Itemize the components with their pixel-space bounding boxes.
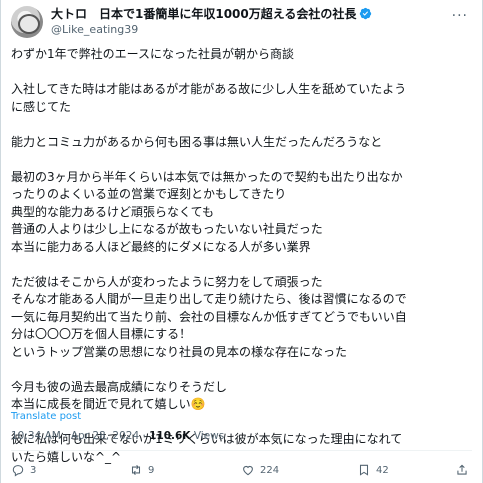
avatar[interactable]	[11, 6, 43, 38]
repost-count: 9	[148, 464, 155, 476]
translate-post-link[interactable]: Translate post	[11, 411, 81, 422]
divider	[11, 450, 472, 451]
verified-badge-icon	[360, 7, 372, 20]
like-button[interactable]: 224	[241, 460, 279, 480]
author-handle[interactable]: @Like_eating39	[51, 22, 451, 37]
post-header: 大トロ 日本で1番簡単に年収1000万超える会社の社長 @Like_eating…	[11, 6, 474, 40]
post-meta: 10:34 AM · Apr 28, 2024 · 110.6K Views	[11, 430, 225, 442]
post-text: わずか1年で弊社のエースになった社員が朝から商談 入社してきた時は才能はあるが才…	[11, 47, 407, 464]
author-display-name[interactable]: 大トロ 日本で1番簡単に年収1000万超える会社の社長	[51, 7, 356, 21]
views-label: Views	[193, 430, 225, 442]
bookmark-icon	[359, 464, 369, 476]
share-icon	[457, 464, 467, 475]
more-options-icon[interactable]: ···	[452, 8, 468, 24]
share-button[interactable]	[455, 460, 474, 480]
like-icon	[243, 465, 253, 476]
post-date[interactable]: Apr 28, 2024	[71, 430, 139, 442]
bookmark-button[interactable]: 42	[357, 460, 389, 480]
bookmark-count: 42	[376, 464, 389, 476]
reply-button[interactable]: 3	[11, 460, 36, 480]
repost-button[interactable]: 9	[129, 460, 154, 480]
reply-icon	[12, 465, 24, 477]
like-count: 224	[260, 464, 280, 476]
reply-count: 3	[30, 464, 37, 476]
repost-icon	[131, 464, 141, 476]
post-time[interactable]: 10:34 AM	[11, 430, 61, 442]
author-names: 大トロ 日本で1番簡単に年収1000万超える会社の社長 @Like_eating…	[51, 6, 451, 37]
author-display-name-row[interactable]: 大トロ 日本で1番簡単に年収1000万超える会社の社長	[51, 6, 451, 22]
views-count: 110.6K	[149, 430, 191, 442]
post-card: 大トロ 日本で1番簡単に年収1000万超える会社の社長 @Like_eating…	[0, 0, 483, 483]
action-bar: 3 9 224 42	[11, 460, 474, 480]
